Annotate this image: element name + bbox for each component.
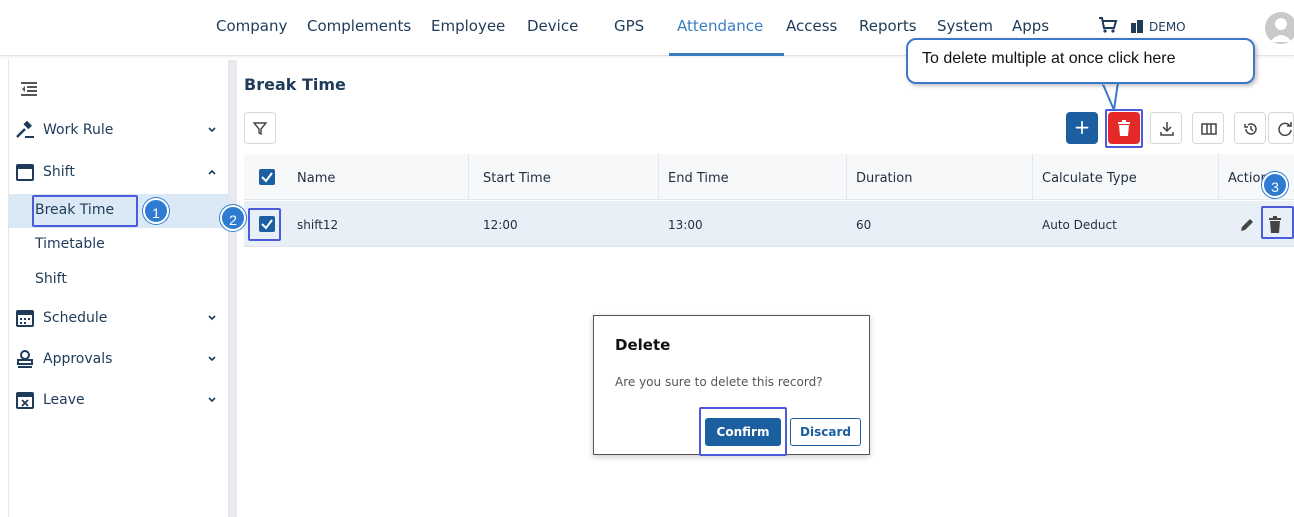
sidebar-group-approvals[interactable]: Approvals: [9, 342, 230, 376]
sidebar-group-work-rule[interactable]: Work Rule: [9, 113, 230, 147]
sidebar-group-label: Shift: [43, 164, 75, 180]
page-title: Break Time: [244, 75, 346, 94]
column-header-start-time[interactable]: Start Time: [483, 171, 551, 186]
edit-pencil-icon[interactable]: [1239, 217, 1255, 233]
sidebar-item-label: Shift: [35, 271, 67, 287]
nav-attendance[interactable]: Attendance: [677, 17, 763, 35]
user-avatar[interactable]: [1265, 12, 1294, 44]
discard-button[interactable]: Discard: [790, 418, 861, 446]
cell-duration: 60: [856, 218, 872, 232]
select-all-checkbox[interactable]: [259, 169, 275, 185]
nav-apps[interactable]: Apps: [1012, 17, 1049, 35]
plus-icon: +: [1073, 115, 1091, 139]
column-divider: [1218, 154, 1219, 200]
history-button[interactable]: [1234, 112, 1266, 144]
nav-company[interactable]: Company: [216, 17, 287, 35]
column-header-duration[interactable]: Duration: [856, 171, 912, 186]
sidebar-item-label: Timetable: [35, 236, 105, 252]
calendar-grid-icon: [16, 310, 34, 327]
tooltip-callout: To delete multiple at once click here: [906, 38, 1255, 84]
column-divider: [846, 154, 847, 200]
step-badge-1: 1: [143, 198, 169, 224]
highlight-row-checkbox: [248, 208, 281, 241]
sidebar: Work Rule Shift Break Time Timetable Shi…: [8, 60, 230, 517]
user-icon: [1270, 18, 1292, 42]
download-icon: [1160, 122, 1174, 136]
cell-name: shift12: [297, 218, 339, 232]
sidebar-group-label: Work Rule: [43, 122, 114, 138]
cart-icon[interactable]: [1098, 16, 1118, 34]
cell-calculate-type: Auto Deduct: [1042, 218, 1117, 232]
add-button[interactable]: +: [1066, 112, 1098, 144]
sidebar-group-leave[interactable]: Leave: [9, 383, 230, 417]
column-header-calculate-type[interactable]: Calculate Type: [1042, 171, 1137, 186]
chevron-down-icon: [208, 356, 216, 362]
columns-icon: [1201, 123, 1217, 135]
approval-stamp-icon: [17, 350, 33, 368]
sidebar-group-shift[interactable]: Shift: [9, 155, 230, 189]
nav-gps[interactable]: GPS: [614, 17, 644, 35]
step-badge-3: 3: [1262, 172, 1288, 198]
columns-button[interactable]: [1192, 112, 1224, 144]
chevron-down-icon: [208, 127, 216, 133]
column-header-name[interactable]: Name: [297, 171, 335, 186]
chevron-down-icon: [208, 397, 216, 403]
highlight-bulk-delete: [1105, 109, 1143, 148]
gavel-icon: [16, 120, 34, 138]
calendar-x-icon: [16, 392, 34, 409]
organization-icon: [1131, 20, 1143, 33]
nav-device[interactable]: Device: [527, 17, 578, 35]
sidebar-item-timetable[interactable]: Timetable: [9, 228, 230, 262]
sidebar-group-schedule[interactable]: Schedule: [9, 301, 230, 335]
highlight-confirm: [699, 407, 787, 456]
refresh-button[interactable]: [1268, 112, 1294, 144]
export-button[interactable]: [1150, 112, 1182, 144]
nav-employee[interactable]: Employee: [431, 17, 505, 35]
highlight-break-time: [32, 195, 138, 227]
history-icon: [1244, 123, 1257, 135]
column-divider: [1032, 154, 1033, 200]
organization-label[interactable]: DEMO: [1149, 20, 1186, 34]
sidebar-group-label: Approvals: [43, 351, 113, 367]
collapse-sidebar-icon[interactable]: [21, 82, 37, 96]
callout-pointer: [1100, 82, 1120, 110]
nav-access[interactable]: Access: [786, 17, 837, 35]
filter-icon: [253, 122, 267, 135]
sidebar-item-shift[interactable]: Shift: [9, 263, 230, 297]
highlight-delete-icon: [1261, 206, 1294, 239]
column-divider: [468, 154, 469, 200]
nav-system[interactable]: System: [937, 17, 993, 35]
check-icon: [261, 172, 273, 183]
table-row[interactable]: [244, 201, 1294, 247]
sidebar-divider: [229, 60, 237, 517]
refresh-icon: [1278, 122, 1292, 137]
nav-complements[interactable]: Complements: [307, 17, 411, 35]
nav-reports[interactable]: Reports: [859, 17, 917, 35]
cell-start-time: 12:00: [483, 218, 518, 232]
chevron-up-icon: [208, 169, 216, 175]
column-header-end-time[interactable]: End Time: [668, 171, 729, 186]
sidebar-group-label: Leave: [43, 392, 85, 408]
dialog-title: Delete: [615, 336, 671, 354]
active-tab-indicator: [669, 53, 784, 56]
step-badge-2: 2: [220, 205, 246, 231]
cell-end-time: 13:00: [668, 218, 703, 232]
dialog-message: Are you sure to delete this record?: [615, 375, 823, 389]
column-divider: [658, 154, 659, 200]
chevron-down-icon: [208, 315, 216, 321]
filter-button[interactable]: [244, 112, 276, 144]
sidebar-group-label: Schedule: [43, 310, 108, 326]
calendar-icon: [16, 164, 34, 181]
